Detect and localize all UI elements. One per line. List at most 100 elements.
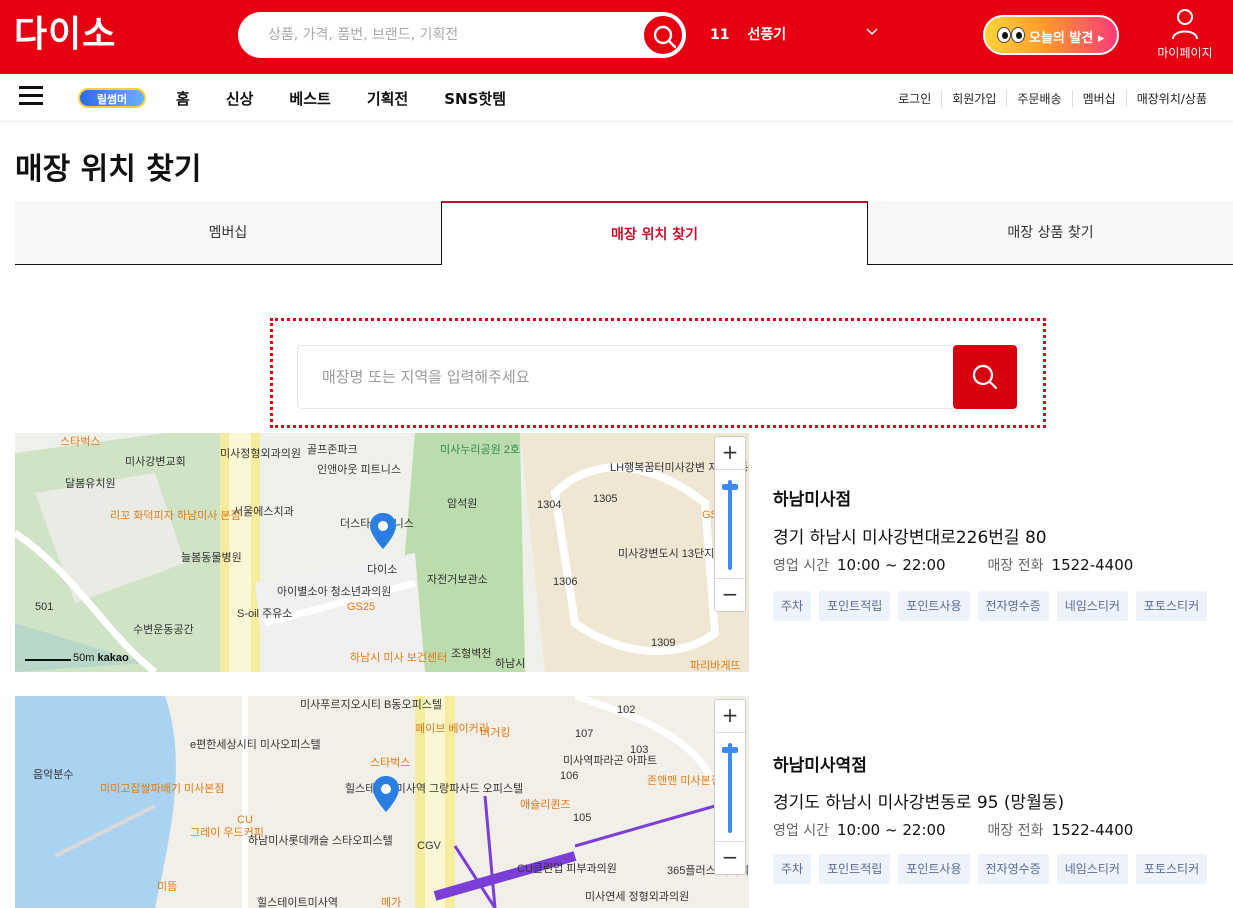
map-label: 서울에스치과: [233, 506, 294, 518]
map-label: 달봄유치원: [65, 478, 116, 490]
daiso-logo[interactable]: 다이소: [14, 14, 116, 56]
zoom-slider[interactable]: [715, 732, 745, 842]
map-pin-icon[interactable]: [373, 776, 399, 812]
eyes-icon: [997, 27, 1025, 43]
menu-item-best[interactable]: 베스트: [289, 88, 330, 109]
service-tags: 주차 포인트적립 포인트사용 전자영수증 네임스티커 포토스티커: [773, 591, 1215, 621]
map-label: 하남시 미사 보건센터: [350, 652, 448, 664]
hours-label: 영업 시간: [773, 558, 829, 574]
zoom-out-button[interactable]: −: [715, 579, 745, 611]
service-tags: 주차 포인트적립 포인트사용 전자영수증 네임스티커 포토스티커: [773, 854, 1215, 884]
service-tag: 주차: [773, 854, 812, 884]
phone-value: 1522-4400: [1051, 821, 1134, 839]
service-tag: 포토스티커: [1135, 854, 1208, 884]
promo-logo[interactable]: 릴썸머: [78, 88, 146, 108]
map-zoom-control: + −: [714, 436, 746, 612]
zoom-in-button[interactable]: +: [715, 700, 745, 732]
search-icon: [972, 364, 998, 390]
service-tag: 네임스티커: [1056, 854, 1128, 884]
map-label: 1304: [537, 499, 562, 511]
service-tag: 네임스티커: [1056, 591, 1128, 621]
map-label: 조형벽천: [451, 648, 492, 660]
service-tag: 주차: [773, 591, 812, 621]
map-scale: 50m kakao: [25, 652, 129, 664]
global-search-button[interactable]: [642, 14, 684, 56]
map-label: 파리바게뜨: [690, 660, 741, 672]
tab-store-location[interactable]: 매장 위치 찾기: [441, 201, 868, 265]
store-card[interactable]: 미사푸르지오시티 B동오피스텔 e편한세상시티 미사오피스텔 페이브 베이커리 …: [15, 696, 1233, 908]
map-label: 힐스테이트미사역: [257, 897, 338, 908]
store-search-box: [297, 345, 1017, 409]
tab-membership[interactable]: 멤버십: [15, 201, 441, 265]
map-label: 애슐리퀸즈: [520, 799, 571, 811]
map-pin-icon[interactable]: [370, 513, 396, 549]
map-label: 늘봄동물병원: [181, 552, 242, 564]
map-label: 1309: [651, 637, 676, 649]
service-tag: 포인트사용: [898, 854, 970, 884]
zoom-slider[interactable]: [715, 469, 745, 579]
global-search-input[interactable]: [268, 12, 638, 58]
menu-item-new[interactable]: 신상: [226, 88, 254, 109]
signup-link[interactable]: 회원가입: [941, 90, 1006, 107]
store-search-button[interactable]: [953, 345, 1017, 409]
zoom-in-button[interactable]: +: [715, 437, 745, 469]
map-label: 자전거보관소: [427, 574, 488, 586]
store-location-link[interactable]: 매장위치/상품: [1125, 90, 1217, 107]
service-tag: 포인트사용: [898, 591, 970, 621]
trending-text: 선풍기: [747, 27, 787, 43]
store-meta: 영업 시간 10:00 ~ 22:00 매장 전화 1522-4400: [773, 820, 1133, 840]
phone-label: 매장 전화: [987, 558, 1044, 574]
search-icon: [653, 25, 677, 49]
menu-item-home[interactable]: 홈: [176, 88, 190, 109]
map-label: 힐스테이트미사역 그랑파사드 오피스텔: [345, 783, 524, 795]
menu-item-sns[interactable]: SNS핫템: [444, 88, 506, 109]
membership-link[interactable]: 멤버십: [1071, 90, 1126, 107]
map-label: 미사강변교회: [125, 456, 186, 468]
store-name[interactable]: 하남미사점: [773, 485, 851, 510]
map-label: CU클린업 피부과의원: [517, 863, 617, 875]
map-label: 미사연세 정형외과의원: [585, 891, 690, 903]
map-label: 수변운동공간: [133, 624, 194, 636]
map-label: 105: [573, 812, 592, 824]
zoom-out-button[interactable]: −: [715, 842, 745, 874]
login-link[interactable]: 로그인: [888, 90, 941, 107]
map-label: 골프존파크: [307, 444, 358, 456]
map-label: 버거킹: [480, 727, 511, 739]
map-label: 107: [575, 728, 594, 740]
store-map[interactable]: 스타벅스 미사강변교회 미사정형외과의원 골프존파크 인앤아웃 피트니스 미사누…: [15, 433, 749, 672]
store-card[interactable]: 스타벅스 미사강변교회 미사정형외과의원 골프존파크 인앤아웃 피트니스 미사누…: [15, 433, 1233, 672]
map-label: 102: [617, 704, 636, 716]
store-search-highlight: [270, 318, 1046, 428]
chevron-down-icon[interactable]: [866, 28, 878, 36]
hours-value: 10:00 ~ 22:00: [836, 556, 946, 574]
map-label: 1306: [553, 576, 578, 588]
discovery-label: 오늘의 발견 ▸: [1029, 31, 1105, 46]
map-label: 아이별소아 청소년과의원: [277, 586, 392, 598]
store-map[interactable]: 미사푸르지오시티 B동오피스텔 e편한세상시티 미사오피스텔 페이브 베이커리 …: [15, 696, 749, 908]
service-tag: 포인트적립: [819, 591, 891, 621]
map-label: CGV: [417, 840, 441, 852]
map-label: 501: [35, 601, 54, 613]
menu-icon[interactable]: [19, 86, 43, 106]
today-discovery-button[interactable]: 오늘의 발견 ▸: [983, 15, 1119, 55]
map-label: S-oil 주유소: [237, 608, 293, 620]
menu-item-promotion[interactable]: 기획전: [367, 88, 408, 109]
map-label: 스타벅스: [60, 436, 101, 448]
order-delivery-link[interactable]: 주문배송: [1006, 90, 1071, 107]
mypage-button[interactable]: 마이페이지: [1150, 8, 1220, 61]
map-label: 리꼬 화덕피자 하남미사 본점: [110, 510, 241, 522]
map-label: 미미고잡쌀파배기 미사본점: [100, 783, 225, 795]
map-label: 미사정형외과의원: [220, 448, 301, 460]
store-address: 경기도 하남시 미사강변동로 95 (망월동): [773, 793, 1065, 813]
store-search-input[interactable]: [322, 346, 942, 408]
trending-keyword[interactable]: 11 선풍기: [710, 24, 786, 44]
map-label: 미사푸르지오시티 B동오피스텔: [300, 699, 442, 711]
map-label: 미뜸: [157, 881, 178, 893]
map-label: 암석원: [447, 498, 478, 510]
tab-store-products[interactable]: 매장 상품 찾기: [868, 201, 1233, 265]
map-label: 존앤맨 미사본점: [647, 775, 721, 787]
store-name[interactable]: 하남미사역점: [773, 751, 867, 776]
mypage-label: 마이페이지: [1157, 46, 1213, 60]
tab-bar: 멤버십 매장 위치 찾기 매장 상품 찾기: [15, 201, 1233, 265]
map-label: 106: [560, 770, 579, 782]
